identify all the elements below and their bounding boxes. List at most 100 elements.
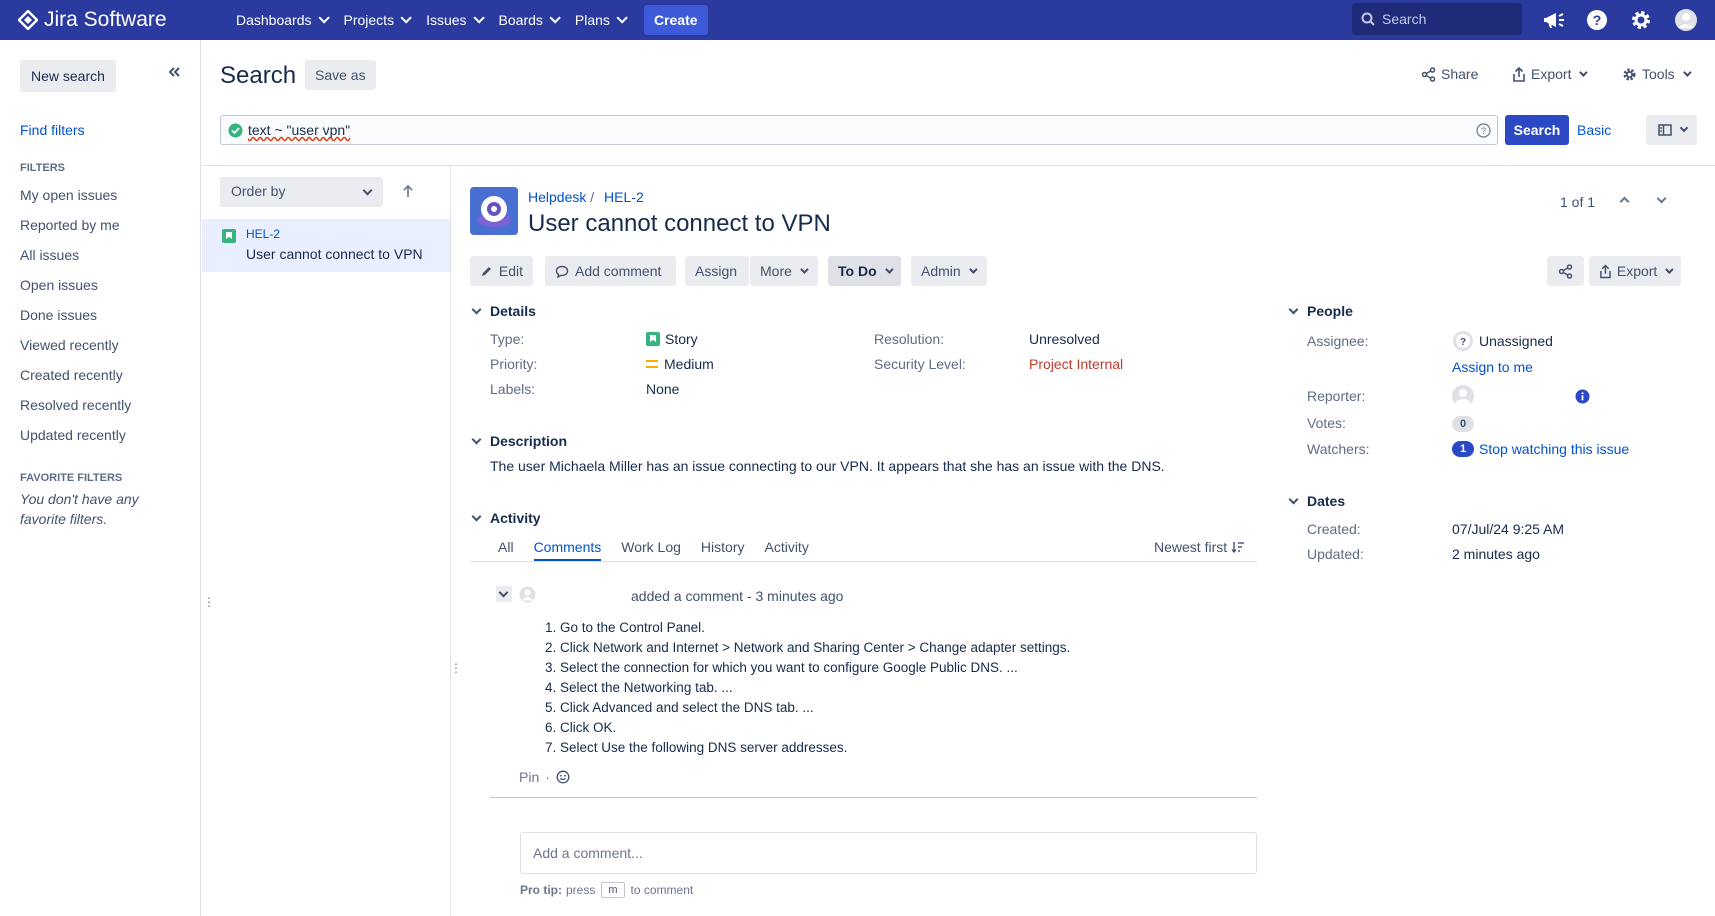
basic-mode-link[interactable]: Basic bbox=[1577, 122, 1611, 138]
resolution-value: Unresolved bbox=[1029, 331, 1100, 347]
description-heading: Description bbox=[490, 433, 568, 449]
votes-count-badge: 0 bbox=[1452, 416, 1474, 432]
tab-work-log[interactable]: Work Log bbox=[621, 539, 681, 561]
find-filters-link[interactable]: Find filters bbox=[20, 122, 85, 138]
watchers-value[interactable]: 1 Stop watching this issue bbox=[1452, 441, 1629, 457]
comment-step: 3. Select the connection for which you w… bbox=[545, 660, 1018, 675]
assign-button[interactable]: Assign bbox=[685, 256, 749, 286]
export-issue-label: Export bbox=[1616, 263, 1658, 279]
add-comment-input[interactable]: Add a comment... bbox=[520, 832, 1257, 874]
type-value-text: Story bbox=[665, 331, 698, 347]
previous-issue-icon[interactable] bbox=[1619, 196, 1630, 207]
assign-to-me-link[interactable]: Assign to me bbox=[1452, 359, 1533, 375]
search-button[interactable]: Search bbox=[1505, 115, 1569, 145]
reporter-value bbox=[1452, 385, 1474, 407]
valid-query-icon bbox=[228, 123, 243, 138]
project-avatar-icon bbox=[470, 187, 518, 235]
description-section-header[interactable]: Description bbox=[470, 433, 567, 449]
share-icon bbox=[1558, 263, 1573, 279]
filter-open-issues[interactable]: Open issues bbox=[20, 275, 131, 305]
sort-order-toggle[interactable]: Newest first bbox=[1154, 539, 1245, 555]
order-by-label: Order by bbox=[231, 183, 286, 199]
activity-section-header[interactable]: Activity bbox=[470, 510, 541, 526]
tab-all[interactable]: All bbox=[498, 539, 514, 561]
create-button[interactable]: Create bbox=[643, 5, 708, 35]
comment-collapse-toggle[interactable] bbox=[496, 586, 512, 602]
export-search-button[interactable]: Export bbox=[1512, 66, 1589, 82]
people-section-header[interactable]: People bbox=[1287, 303, 1353, 319]
people-heading: People bbox=[1307, 303, 1353, 319]
next-issue-icon[interactable] bbox=[1656, 193, 1667, 204]
breadcrumb: Helpdesk / HEL-2 bbox=[528, 189, 644, 205]
share-button[interactable]: Share bbox=[1421, 66, 1478, 82]
tools-button[interactable]: Tools bbox=[1622, 66, 1692, 82]
filter-created-recently[interactable]: Created recently bbox=[20, 365, 131, 395]
gear-icon[interactable] bbox=[1629, 8, 1653, 32]
filter-done-issues[interactable]: Done issues bbox=[20, 305, 131, 335]
tab-activity[interactable]: Activity bbox=[764, 539, 808, 561]
nav-issues[interactable]: Issues bbox=[426, 12, 485, 28]
filter-resolved-recently[interactable]: Resolved recently bbox=[20, 395, 131, 425]
shortcut-key: m bbox=[601, 882, 625, 898]
details-section-header[interactable]: Details bbox=[470, 303, 536, 319]
details-heading: Details bbox=[490, 303, 536, 319]
nav-boards-label: Boards bbox=[498, 12, 543, 28]
jql-query-input[interactable]: text ~ "user vpn" ? bbox=[220, 115, 1498, 145]
comment-step: 7. Select Use the following DNS server a… bbox=[545, 740, 848, 755]
edit-button[interactable]: Edit bbox=[470, 256, 533, 286]
chevron-down-icon bbox=[1579, 68, 1589, 77]
emoji-reaction-icon[interactable] bbox=[556, 770, 570, 784]
admin-button[interactable]: Admin bbox=[911, 256, 987, 286]
query-help-icon[interactable]: ? bbox=[1476, 123, 1491, 138]
chevron-down-icon bbox=[473, 12, 485, 24]
export-issue-button[interactable]: Export bbox=[1589, 256, 1681, 286]
more-actions-button[interactable]: More bbox=[750, 256, 818, 286]
filters-sidebar: New search Find filters FILTERS My open … bbox=[0, 40, 215, 916]
svg-text:?: ? bbox=[1460, 337, 1466, 348]
info-icon[interactable] bbox=[1575, 389, 1590, 404]
tab-history[interactable]: History bbox=[701, 539, 745, 561]
export-icon bbox=[1513, 66, 1525, 82]
nav-projects[interactable]: Projects bbox=[344, 12, 412, 28]
share-issue-button[interactable] bbox=[1547, 256, 1584, 286]
save-as-button[interactable]: Save as bbox=[305, 60, 376, 90]
filter-all-issues[interactable]: All issues bbox=[20, 245, 131, 275]
comment-divider bbox=[490, 797, 1257, 798]
result-issue-key[interactable]: HEL-2 bbox=[246, 227, 280, 241]
stop-watching-link[interactable]: Stop watching this issue bbox=[1479, 441, 1629, 457]
share-icon bbox=[1421, 66, 1436, 82]
collapse-sidebar-icon[interactable] bbox=[168, 67, 180, 77]
breadcrumb-project-link[interactable]: Helpdesk bbox=[528, 189, 586, 205]
results-resize-handle[interactable]: ⋮ bbox=[450, 662, 462, 674]
filters-heading: FILTERS bbox=[20, 162, 66, 174]
megaphone-icon[interactable] bbox=[1542, 8, 1566, 32]
tab-comments[interactable]: Comments bbox=[533, 539, 602, 561]
dates-section-header[interactable]: Dates bbox=[1287, 493, 1345, 509]
add-comment-placeholder: Add a comment... bbox=[533, 845, 643, 861]
filter-updated-recently[interactable]: Updated recently bbox=[20, 425, 131, 455]
global-search-input[interactable]: Search bbox=[1352, 3, 1522, 35]
votes-value[interactable]: 0 bbox=[1452, 416, 1474, 432]
nav-boards[interactable]: Boards bbox=[498, 12, 561, 28]
help-icon[interactable]: ? bbox=[1585, 8, 1609, 32]
jira-logo[interactable]: Jira Software bbox=[18, 8, 208, 32]
new-search-button[interactable]: New search bbox=[20, 60, 116, 92]
layout-switcher-button[interactable] bbox=[1646, 115, 1697, 145]
sort-direction-icon[interactable] bbox=[402, 184, 414, 198]
nav-dashboards[interactable]: Dashboards bbox=[236, 12, 330, 28]
result-item[interactable]: HEL-2 User cannot connect to VPN bbox=[202, 219, 450, 272]
filter-viewed-recently[interactable]: Viewed recently bbox=[20, 335, 131, 365]
user-avatar-icon[interactable] bbox=[1674, 8, 1698, 32]
breadcrumb-issue-key-link[interactable]: HEL-2 bbox=[604, 189, 644, 205]
filter-reported-by-me[interactable]: Reported by me bbox=[20, 215, 131, 245]
chevron-down-icon bbox=[968, 265, 978, 274]
comment-body: 1. Go to the Control Panel. 2. Click Net… bbox=[545, 618, 1070, 758]
order-by-dropdown[interactable]: Order by bbox=[220, 177, 383, 207]
filter-my-open-issues[interactable]: My open issues bbox=[20, 185, 131, 215]
pro-tip-prefix: Pro tip: bbox=[520, 883, 562, 897]
nav-plans[interactable]: Plans bbox=[575, 12, 628, 28]
add-comment-button[interactable]: Add comment bbox=[545, 256, 676, 286]
status-todo-button[interactable]: To Do bbox=[828, 256, 901, 286]
pin-comment-link[interactable]: Pin bbox=[519, 769, 539, 785]
project-avatar bbox=[470, 187, 518, 235]
